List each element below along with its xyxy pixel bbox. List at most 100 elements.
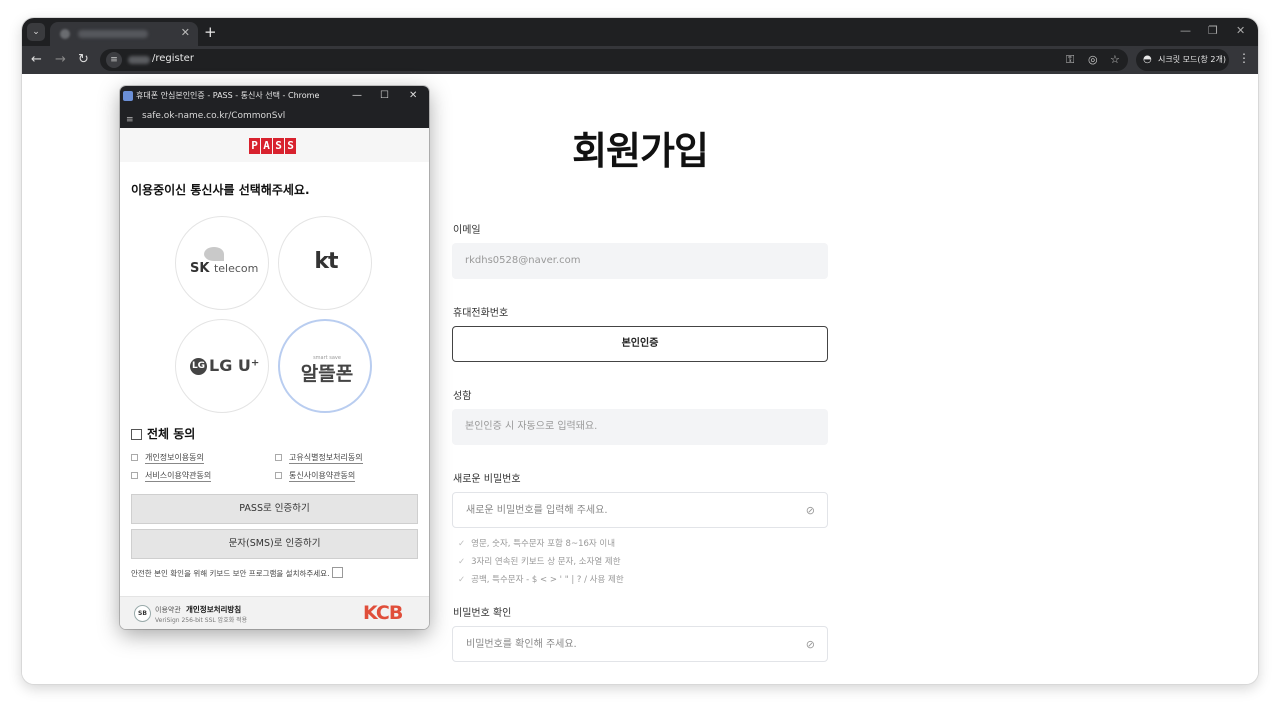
- term-unique-id-agree[interactable]: 고유식별정보처리동의: [275, 452, 363, 464]
- password-rule: ✓ 영문, 숫자, 특수문자 포함 8~16자 이내: [458, 537, 615, 549]
- checkbox-icon[interactable]: [131, 454, 138, 461]
- forward-icon[interactable]: →: [55, 51, 66, 69]
- name-field[interactable]: 본인인증 시 자동으로 입력돼요.: [452, 409, 828, 445]
- pass-logo-letter: S: [273, 138, 284, 154]
- pass-logo-letter: A: [261, 138, 272, 154]
- kcb-logo: KCB: [363, 602, 403, 624]
- browser-menu-icon[interactable]: ⋮: [1238, 51, 1250, 65]
- ssl-note: VeriSign 256-bit SSL 암호화 적용: [155, 617, 248, 624]
- agree-all-checkbox[interactable]: 전체 동의: [131, 425, 195, 442]
- eye-off-icon[interactable]: ⊘: [806, 627, 815, 663]
- tab-favicon-icon: [60, 29, 70, 39]
- email-field[interactable]: rkdhs0528@naver.com: [452, 243, 828, 279]
- mvno-logo: 알뜰폰: [300, 363, 354, 385]
- carrier-kt-button[interactable]: kt: [278, 216, 372, 310]
- eye-off-icon[interactable]: ⊘: [806, 493, 815, 529]
- site-settings-icon[interactable]: ≡: [106, 52, 122, 68]
- security-program-note: 안전한 본인 확인을 위해 키보드 보안 프로그램을 설치하주세요.: [131, 567, 344, 579]
- popup-url: safe.ok-name.co.kr/CommonSvl: [142, 111, 286, 121]
- security-badge-icon: SB: [134, 605, 151, 622]
- password-rule: ✓ 공백, 특수문자 - $ < > ' " | ? / 사용 제한: [458, 573, 624, 585]
- tab-title-blurred: [78, 30, 148, 38]
- term-link[interactable]: 서비스이용약관동의: [145, 471, 212, 482]
- tab-close-icon[interactable]: ✕: [181, 26, 190, 39]
- popup-titlebar: 휴대폰 안심본인인증 - PASS - 통신사 선택 - Chrome — ☐ …: [120, 86, 429, 106]
- close-icon[interactable]: ✕: [409, 86, 417, 106]
- tab-list-button[interactable]: ⌄: [27, 23, 45, 41]
- maximize-icon[interactable]: ☐: [380, 86, 389, 106]
- term-service-agree[interactable]: 서비스이용약관동의: [131, 470, 212, 482]
- site-settings-icon[interactable]: ≡: [126, 110, 134, 130]
- incognito-label: 시크릿 모드(창 2개): [1158, 55, 1226, 64]
- sk-wing-icon: [204, 247, 224, 261]
- address-path: /register: [152, 53, 194, 64]
- minimize-icon[interactable]: —: [1180, 24, 1191, 37]
- carrier-skt-button[interactable]: SK telecom: [175, 216, 269, 310]
- confirm-password-label: 비밀번호 확인: [453, 608, 512, 619]
- checkbox-icon[interactable]: [275, 472, 282, 479]
- pass-auth-popup: 휴대폰 안심본인인증 - PASS - 통신사 선택 - Chrome — ☐ …: [120, 86, 429, 629]
- confirm-password-field[interactable]: 비밀번호를 확인해 주세요. ⊘: [452, 626, 828, 662]
- check-icon: ✓: [458, 539, 466, 549]
- new-password-placeholder: 새로운 비밀번호를 입력해 주세요.: [466, 505, 608, 516]
- agree-all-label: 전체 동의: [147, 427, 196, 441]
- checkbox-icon[interactable]: [275, 454, 282, 461]
- password-rule-text: 영문, 숫자, 특수문자 포함 8~16자 이내: [471, 539, 616, 549]
- lgu-logo: LG LG U⁺: [190, 356, 259, 375]
- page-title: 회원가입: [572, 129, 709, 173]
- carrier-mvno-button[interactable]: smart save 알뜰폰: [278, 319, 372, 413]
- term-privacy-agree[interactable]: 개인정보이용동의: [131, 452, 204, 464]
- term-link[interactable]: 개인정보이용동의: [145, 453, 204, 464]
- skt-logo: SK telecom: [190, 261, 258, 276]
- skt-logo-sub: telecom: [213, 262, 259, 275]
- reload-icon[interactable]: ↻: [78, 51, 89, 69]
- tab-bar: ⌄ ✕ + — ❐ ✕: [22, 18, 1258, 46]
- eye-off-icon[interactable]: ◎: [1088, 53, 1098, 66]
- term-carrier-agree[interactable]: 통신사이용약관동의: [275, 470, 356, 482]
- popup-footer: SB 이용약관 개인정보처리방침 VeriSign 256-bit SSL 암호…: [120, 596, 429, 629]
- confirm-password-placeholder: 비밀번호를 확인해 주세요.: [466, 639, 577, 650]
- password-rule-text: 3자리 연속된 키보드 상 문자, 소자열 제한: [471, 557, 621, 567]
- skt-logo-main: SK: [190, 261, 210, 276]
- active-tab[interactable]: ✕: [50, 22, 198, 46]
- password-key-icon[interactable]: ⚿: [1066, 53, 1074, 67]
- check-icon: ✓: [458, 575, 466, 585]
- restore-icon[interactable]: ❐: [1208, 24, 1218, 37]
- popup-app-icon: [123, 91, 133, 101]
- identity-verify-button[interactable]: 본인인증: [452, 326, 828, 362]
- kt-logo: kt: [314, 249, 338, 274]
- incognito-indicator[interactable]: ◓ 시크릿 모드(창 2개): [1136, 49, 1229, 71]
- pass-logo-letter: S: [285, 138, 296, 154]
- terms-link[interactable]: 이용약관: [155, 605, 181, 615]
- close-icon[interactable]: ✕: [1236, 24, 1245, 37]
- phone-label: 휴대전화번호: [453, 308, 509, 319]
- bookmark-star-icon[interactable]: ☆: [1110, 53, 1120, 66]
- checkbox-icon[interactable]: [332, 567, 344, 578]
- pass-auth-button[interactable]: PASS로 인증하기: [131, 494, 418, 524]
- popup-window-title: 휴대폰 안심본인인증 - PASS - 통신사 선택 - Chrome: [136, 91, 320, 100]
- term-link[interactable]: 고유식별정보처리동의: [289, 453, 363, 464]
- browser-toolbar: ← → ↻ ≡ /register ⚿ ◎ ☆ ◓ 시크릿 모드(창 2개) ⋮: [22, 46, 1258, 74]
- password-rule-text: 공백, 특수문자 - $ < > ' " | ? / 사용 제한: [471, 575, 624, 585]
- new-password-field[interactable]: 새로운 비밀번호를 입력해 주세요. ⊘: [452, 492, 828, 528]
- email-label: 이메일: [453, 225, 481, 236]
- carrier-lgu-button[interactable]: LG LG U⁺: [175, 319, 269, 413]
- checkbox-icon[interactable]: [131, 472, 138, 479]
- back-icon[interactable]: ←: [31, 51, 42, 69]
- term-link[interactable]: 통신사이용약관동의: [289, 471, 356, 482]
- new-password-label: 새로운 비밀번호: [453, 474, 521, 485]
- checkbox-icon[interactable]: [131, 429, 142, 440]
- minimize-icon[interactable]: —: [352, 86, 362, 106]
- popup-address-bar: ≡ safe.ok-name.co.kr/CommonSvl: [120, 106, 429, 128]
- address-bar[interactable]: ≡ /register ⚿ ◎ ☆: [100, 49, 1128, 71]
- sms-auth-button[interactable]: 문자(SMS)로 인증하기: [131, 529, 418, 559]
- security-note-text: 안전한 본인 확인을 위해 키보드 보안 프로그램을 설치하주세요.: [131, 569, 330, 578]
- new-tab-button[interactable]: +: [204, 22, 217, 42]
- privacy-policy-link[interactable]: 개인정보처리방침: [186, 604, 241, 615]
- name-label: 성함: [453, 391, 472, 402]
- pass-header: P A S S: [120, 128, 429, 162]
- carrier-select-heading: 이용중이신 통신사를 선택해주세요.: [131, 183, 310, 197]
- address-host-blurred: [128, 56, 150, 64]
- check-icon: ✓: [458, 557, 466, 567]
- pass-logo-letter: P: [249, 138, 260, 154]
